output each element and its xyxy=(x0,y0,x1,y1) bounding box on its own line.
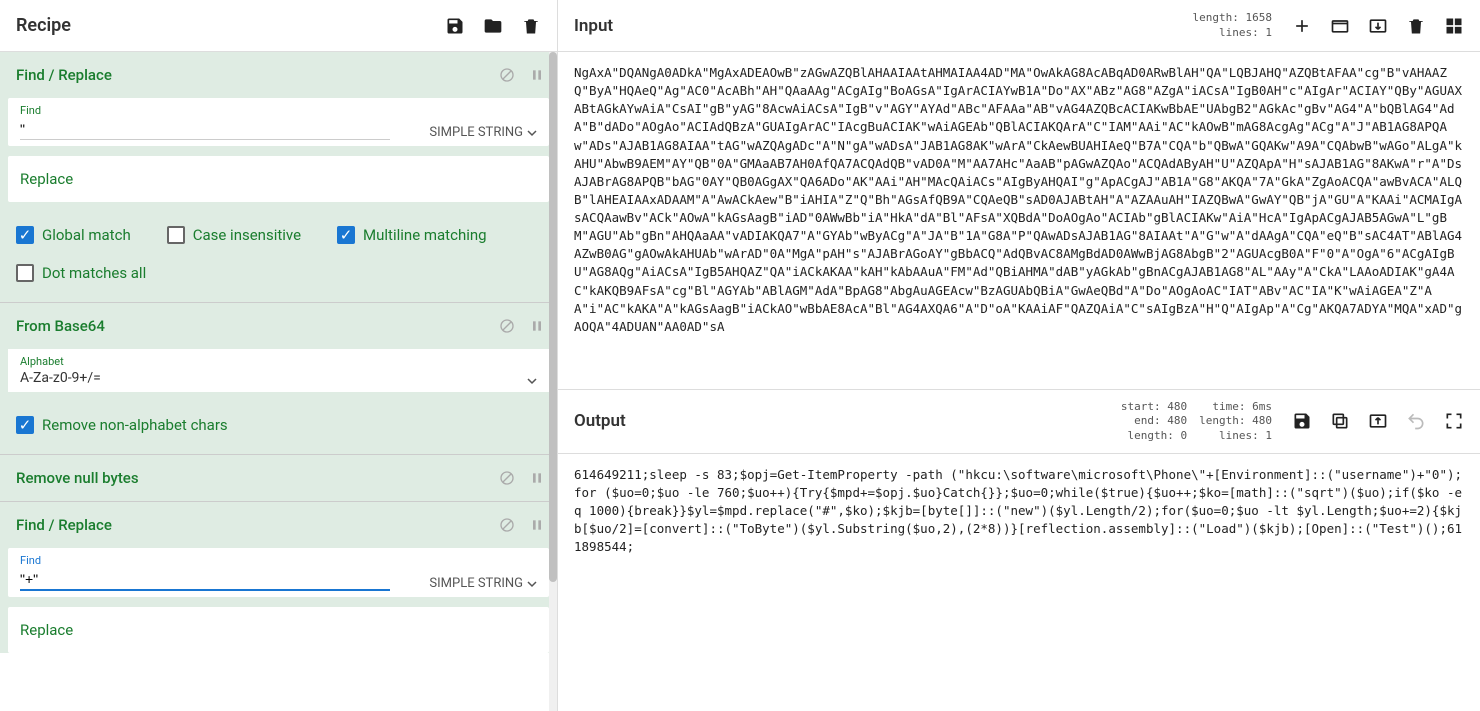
output-text[interactable]: 614649211;sleep -s 83;$opj=Get-ItemPrope… xyxy=(558,454,1480,711)
output-header: Output start: 480 end: 480 length: 0 tim… xyxy=(558,390,1480,454)
input-title: Input xyxy=(574,16,1193,36)
chevron-down-icon[interactable] xyxy=(527,376,537,386)
replace-field-2[interactable]: Replace xyxy=(8,607,549,653)
save-output-icon[interactable] xyxy=(1292,411,1312,431)
clear-icon[interactable] xyxy=(1406,16,1426,36)
find-label: Find xyxy=(20,104,429,117)
op-remove-null-bytes: Remove null bytes xyxy=(0,455,557,501)
input-header: Input length: 1658 lines: 1 xyxy=(558,0,1480,52)
output-meta-2: time: 6ms length: 480 lines: 1 xyxy=(1199,400,1272,443)
find-input-2[interactable] xyxy=(20,569,390,591)
op-title: Find / Replace xyxy=(16,516,499,534)
find-type-selector-2[interactable]: SIMPLE STRING xyxy=(429,576,537,591)
op-title: Remove null bytes xyxy=(16,469,499,487)
input-meta: length: 1658 lines: 1 xyxy=(1193,11,1272,40)
check-remove-non-alphabet[interactable]: ✓ Remove non-alphabet chars xyxy=(16,416,228,434)
open-folder-icon[interactable] xyxy=(1330,16,1350,36)
pause-icon[interactable] xyxy=(529,67,545,83)
check-dot-matches-all[interactable]: Dot matches all xyxy=(16,264,146,282)
disable-icon[interactable] xyxy=(499,517,515,533)
recipe-title: Recipe xyxy=(16,15,445,36)
alphabet-row: Alphabet A-Za-z0-9+/= xyxy=(8,349,549,392)
io-panel: Input length: 1658 lines: 1 NgAxA"DQANgA… xyxy=(558,0,1480,711)
copy-icon[interactable] xyxy=(1330,411,1350,431)
find-field-row: Find SIMPLE STRING xyxy=(8,98,549,146)
import-icon[interactable] xyxy=(1368,16,1388,36)
find-field-row-2: Find SIMPLE STRING xyxy=(8,548,549,597)
op-from-base64: From Base64 Alphabet A-Za-z0-9+/= ✓ Remo… xyxy=(0,303,557,454)
alphabet-label: Alphabet xyxy=(20,355,527,368)
find-input-1[interactable] xyxy=(20,119,390,140)
pause-icon[interactable] xyxy=(529,318,545,334)
add-icon[interactable] xyxy=(1292,16,1312,36)
check-global-match[interactable]: ✓ Global match xyxy=(16,226,131,244)
output-section: Output start: 480 end: 480 length: 0 tim… xyxy=(558,390,1480,711)
fullscreen-icon[interactable] xyxy=(1444,411,1464,431)
check-multiline[interactable]: ✓ Multiline matching xyxy=(337,226,487,244)
recipe-panel: Recipe Find / Replace xyxy=(0,0,558,711)
op-title: From Base64 xyxy=(16,317,499,335)
disable-icon[interactable] xyxy=(499,67,515,83)
save-icon[interactable] xyxy=(445,16,465,36)
input-textarea[interactable]: NgAxA"DQANgA0ADkA"MgAxADEAOwB"zAGwAZQBlA… xyxy=(558,52,1480,389)
op-title: Find / Replace xyxy=(16,66,499,84)
pause-icon[interactable] xyxy=(529,470,545,486)
replace-field-1[interactable]: Replace xyxy=(8,156,549,202)
recipe-body[interactable]: Find / Replace Find SIMPLE STRING Replac… xyxy=(0,52,557,711)
output-meta-1: start: 480 end: 480 length: 0 xyxy=(1121,400,1187,443)
recipe-header: Recipe xyxy=(0,0,557,52)
pause-icon[interactable] xyxy=(529,517,545,533)
disable-icon[interactable] xyxy=(499,318,515,334)
op-find-replace-1: Find / Replace Find SIMPLE STRING Replac… xyxy=(0,52,557,302)
find-type-selector[interactable]: SIMPLE STRING xyxy=(429,125,537,140)
disable-icon[interactable] xyxy=(499,470,515,486)
alphabet-value[interactable]: A-Za-z0-9+/= xyxy=(20,370,527,386)
scrollbar[interactable] xyxy=(549,52,557,711)
move-to-input-icon[interactable] xyxy=(1368,411,1388,431)
output-title: Output xyxy=(574,411,1121,431)
op-find-replace-2: Find / Replace Find SIMPLE STRING Replac… xyxy=(0,502,557,653)
undo-icon[interactable] xyxy=(1406,411,1426,431)
check-case-insensitive[interactable]: Case insensitive xyxy=(167,226,301,244)
find-label: Find xyxy=(20,554,429,567)
grid-icon[interactable] xyxy=(1444,16,1464,36)
folder-icon[interactable] xyxy=(483,16,503,36)
trash-icon[interactable] xyxy=(521,16,541,36)
input-section: Input length: 1658 lines: 1 NgAxA"DQANgA… xyxy=(558,0,1480,390)
